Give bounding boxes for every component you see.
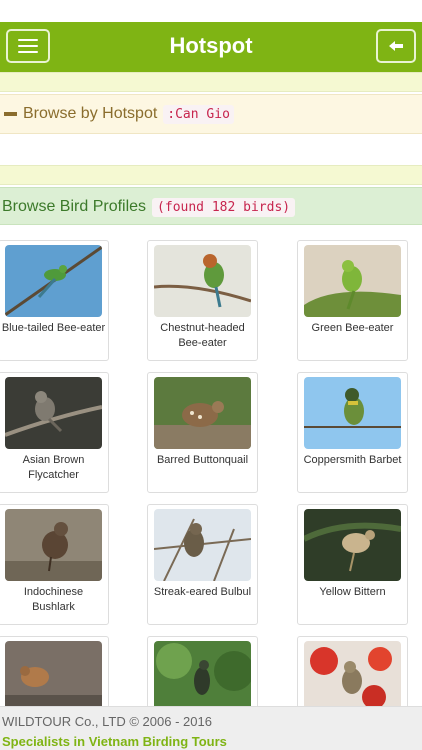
bird-card[interactable]: Asian Brown Flycatcher (0, 372, 109, 493)
bird-card[interactable]: Streak-eared Bulbul (147, 504, 258, 625)
bird-card[interactable] (0, 636, 109, 706)
hotspot-label: Browse by Hotspot (23, 105, 158, 122)
bird-card[interactable] (147, 636, 258, 706)
bird-photo (154, 245, 251, 317)
status-bar (0, 0, 422, 22)
spacer-band (0, 165, 422, 185)
bird-card[interactable]: Indochinese Bushlark (0, 504, 109, 625)
top-navbar: Hotspot (0, 22, 422, 72)
bird-photo (154, 509, 251, 581)
bird-card[interactable]: Chestnut-headed Bee-eater (147, 240, 258, 361)
bird-photo (154, 377, 251, 449)
profiles-count: (found 182 birds) (152, 197, 296, 217)
collapse-minus-icon (4, 112, 17, 116)
bird-card[interactable]: Yellow Bittern (297, 504, 408, 625)
bird-photo (304, 245, 401, 317)
bird-photo (5, 509, 102, 581)
bird-name: Coppersmith Barbet (303, 454, 402, 466)
bird-photo (5, 641, 102, 706)
bird-card[interactable]: Blue-tailed Bee-eater (0, 240, 109, 361)
bird-photo (304, 377, 401, 449)
bird-photo (5, 245, 102, 317)
hotspot-value: :Can Gio (163, 104, 234, 124)
spacer-band (0, 72, 422, 92)
bird-card[interactable] (297, 636, 408, 706)
arrow-left-icon (389, 41, 403, 51)
bird-photo (5, 377, 102, 449)
bird-grid: Blue-tailed Bee-eater Chestnut-headed Be… (0, 240, 422, 706)
hotspot-section[interactable]: Browse by Hotspot :Can Gio (0, 94, 422, 134)
copyright-text: WILDTOUR Co., LTD © 2006 - 2016 (2, 714, 212, 729)
bird-name: Green Bee-eater (311, 322, 394, 334)
bird-photo (304, 641, 401, 706)
page-title: Hotspot (169, 33, 253, 58)
footer: WILDTOUR Co., LTD © 2006 - 2016 Speciali… (0, 706, 422, 750)
back-button[interactable] (376, 29, 416, 63)
bird-name: Streak-eared Bulbul (153, 586, 252, 598)
bird-card[interactable]: Barred Buttonquail (147, 372, 258, 493)
bird-photo (154, 641, 251, 706)
bird-name: Barred Buttonquail (156, 454, 249, 466)
bird-card[interactable]: Green Bee-eater (297, 240, 408, 361)
profiles-label: Browse Bird Profiles (2, 198, 147, 215)
profiles-header: Browse Bird Profiles (found 182 birds) (0, 187, 422, 225)
bird-card[interactable]: Coppersmith Barbet (297, 372, 408, 493)
tagline-link[interactable]: Specialists in Vietnam Birding Tours (2, 734, 227, 749)
bird-name: Asian Brown Flycatcher (22, 454, 85, 481)
bird-name: Indochinese Bushlark (23, 586, 84, 613)
bird-name: Chestnut-headed Bee-eater (160, 322, 245, 349)
bird-name: Yellow Bittern (319, 586, 386, 598)
bird-name: Blue-tailed Bee-eater (1, 322, 106, 334)
bird-photo (304, 509, 401, 581)
